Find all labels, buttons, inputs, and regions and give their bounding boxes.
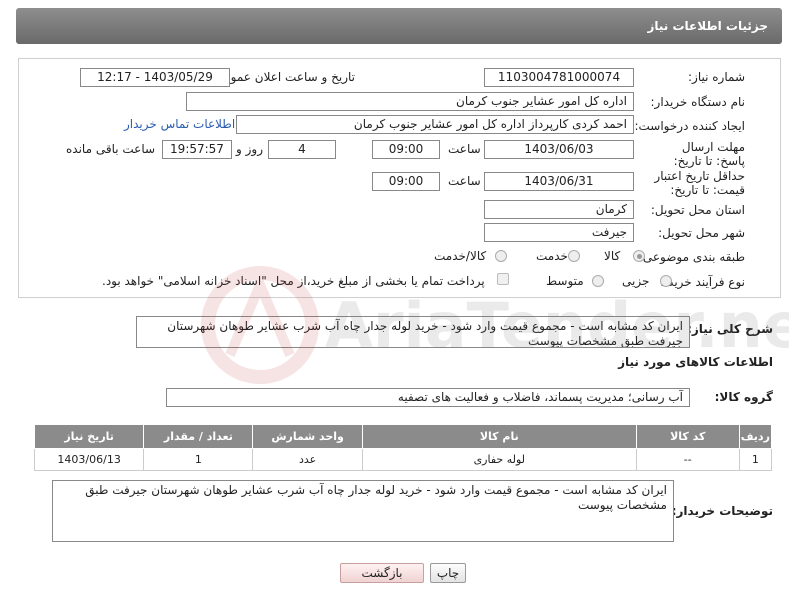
remaining-days-field: 4 bbox=[268, 140, 336, 159]
need-number-field: 1103004781000074 bbox=[484, 68, 634, 87]
cell-item-name: لوله حفاری bbox=[361, 448, 637, 471]
col-header-item-code: کد کالا bbox=[635, 424, 740, 449]
days-label: روز و bbox=[236, 142, 263, 156]
buyer-notes-textarea[interactable]: ایران کد مشابه است - مجموع قیمت وارد شود… bbox=[52, 480, 674, 542]
treasury-payment-checkbox[interactable] bbox=[497, 273, 509, 285]
need-number-label: شماره نیاز: bbox=[688, 70, 745, 84]
reply-time-label: ساعت bbox=[448, 142, 481, 156]
items-table: ردیف کد کالا نام کالا واحد شمارش تعداد /… bbox=[33, 424, 773, 471]
reply-deadline-label: مهلت ارسال پاسخ: تا تاریخ: bbox=[673, 140, 745, 168]
goods-section-title: اطلاعات کالاهای مورد نیاز bbox=[618, 355, 773, 369]
back-button[interactable]: بازگشت bbox=[340, 563, 424, 583]
province-label: استان محل تحویل: bbox=[650, 203, 745, 217]
price-validity-time: 09:00 bbox=[372, 172, 440, 191]
category-option-goods: کالا bbox=[604, 249, 621, 263]
city-field: جیرفت bbox=[484, 223, 634, 242]
cell-item-code: -- bbox=[635, 448, 740, 471]
summary-label: شرح کلی نیاز: bbox=[687, 322, 773, 336]
category-radio-goods-service[interactable] bbox=[495, 250, 507, 262]
announce-datetime-label: تاریخ و ساعت اعلان عمومی: bbox=[210, 70, 355, 84]
city-label: شهر محل تحویل: bbox=[658, 226, 745, 240]
page-header: جزئیات اطلاعات نیاز bbox=[16, 8, 782, 44]
col-header-quantity: تعداد / مقدار bbox=[143, 424, 254, 449]
col-header-need-date: تاریخ نیاز bbox=[33, 424, 145, 449]
announce-datetime-field: 1403/05/29 - 12:17 bbox=[80, 68, 230, 87]
province-field: کرمان bbox=[484, 200, 634, 219]
print-button[interactable]: چاپ bbox=[430, 563, 466, 583]
purchase-option-medium: متوسط bbox=[546, 274, 584, 288]
cell-quantity: 1 bbox=[143, 448, 254, 471]
buyer-contact-link[interactable]: اطلاعات تماس خریدار bbox=[124, 117, 235, 131]
cell-unit: عدد bbox=[252, 448, 363, 471]
cell-need-date: 1403/06/13 bbox=[33, 448, 145, 471]
purchase-option-minor: جزیی bbox=[622, 274, 650, 288]
price-validity-time-label: ساعت bbox=[448, 174, 481, 188]
category-radio-service[interactable] bbox=[568, 250, 580, 262]
goods-group-field: آب رسانی؛ مدیریت پسماند، فاضلاب و فعالیت… bbox=[166, 388, 690, 407]
price-validity-date: 1403/06/31 bbox=[484, 172, 634, 191]
page-title: جزئیات اطلاعات نیاز bbox=[647, 19, 768, 33]
purchase-radio-minor[interactable] bbox=[660, 275, 672, 287]
purchase-radio-medium[interactable] bbox=[592, 275, 604, 287]
remaining-label: ساعت باقی مانده bbox=[66, 142, 156, 156]
col-header-item-name: نام کالا bbox=[361, 424, 637, 449]
creator-field: احمد کردی کارپرداز اداره کل امور عشایر ج… bbox=[236, 115, 634, 134]
summary-textarea[interactable]: ایران کد مشابه است - مجموع قیمت وارد شود… bbox=[136, 316, 690, 348]
category-option-service: خدمت bbox=[536, 249, 568, 263]
category-label: طبقه بندی موضوعی: bbox=[638, 250, 745, 264]
col-header-unit: واحد شمارش bbox=[252, 424, 363, 449]
cell-row-number: 1 bbox=[738, 448, 773, 471]
price-validity-label: حداقل تاریخ اعتبار قیمت: تا تاریخ: bbox=[654, 169, 745, 197]
creator-label: ایجاد کننده درخواست: bbox=[634, 119, 745, 133]
reply-deadline-date: 1403/06/03 bbox=[484, 140, 634, 159]
buyer-notes-label: توضیحات خریدار: bbox=[671, 504, 773, 518]
buyer-org-label: نام دستگاه خریدار: bbox=[650, 95, 746, 109]
goods-group-label: گروه کالا: bbox=[714, 390, 773, 404]
category-radio-goods[interactable] bbox=[633, 250, 645, 262]
reply-deadline-time: 09:00 bbox=[372, 140, 440, 159]
table-header-row: ردیف کد کالا نام کالا واحد شمارش تعداد /… bbox=[33, 424, 773, 449]
category-option-goods-service: کالا/خدمت bbox=[434, 249, 487, 263]
col-header-row-number: ردیف bbox=[738, 424, 773, 449]
treasury-payment-note: پرداخت تمام یا بخشی از مبلغ خرید،از محل … bbox=[102, 274, 485, 288]
remaining-time-field: 19:57:57 bbox=[162, 140, 232, 159]
table-row: 1 -- لوله حفاری عدد 1 1403/06/13 bbox=[33, 448, 773, 471]
buyer-org-field: اداره کل امور عشایر جنوب کرمان bbox=[186, 92, 634, 111]
purchase-type-label: نوع فرآیند خرید : bbox=[660, 275, 745, 289]
